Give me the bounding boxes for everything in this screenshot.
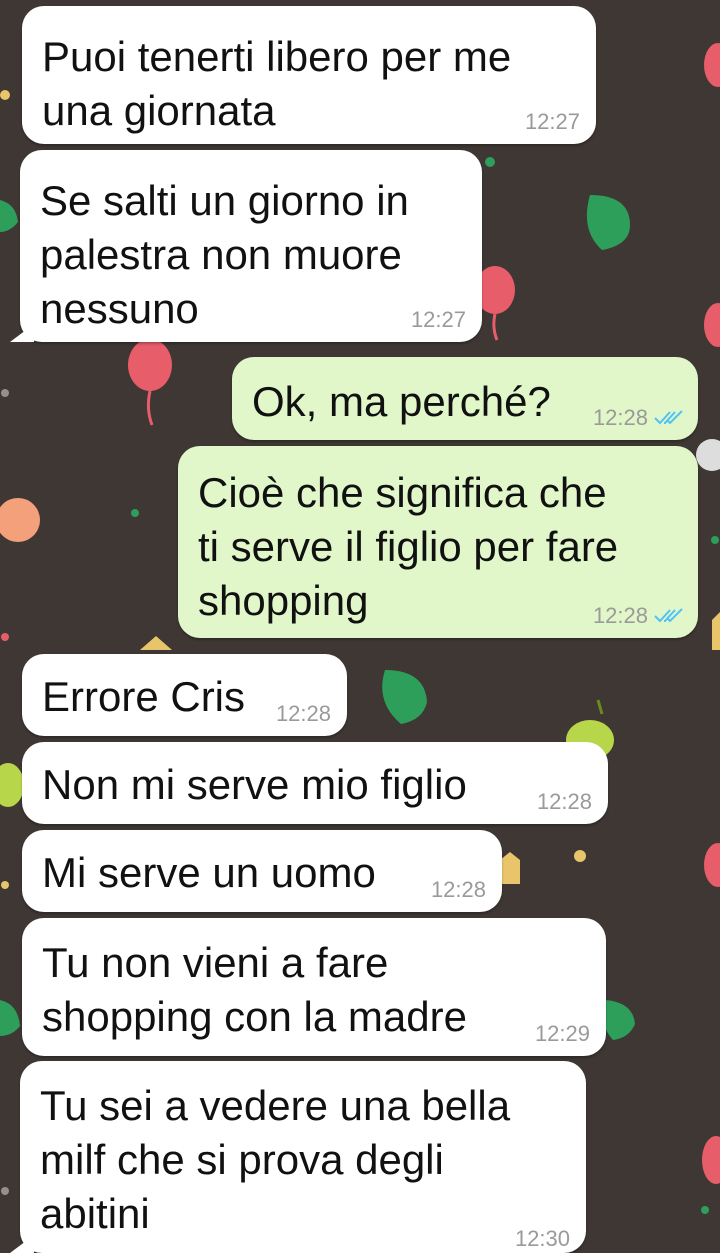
message-text: Tu non vieni a fare shopping con la madr…: [42, 939, 467, 1040]
message-time: 12:28: [592, 405, 648, 430]
incoming-message-bubble[interactable]: Mi serve un uomo 12:28: [22, 830, 502, 912]
message-text: Tu sei a vedere una bella milf che si pr…: [40, 1082, 511, 1237]
incoming-message-bubble[interactable]: Se salti un giorno in palestra non muore…: [20, 150, 482, 342]
message-meta: 12:28: [593, 406, 684, 430]
message-text: Mi serve un uomo: [42, 849, 376, 896]
message-time: 12:27: [524, 109, 580, 134]
outgoing-message-bubble[interactable]: Ok, ma perché? 12:28: [232, 357, 698, 440]
message-time: 12:29: [534, 1021, 590, 1046]
message-list[interactable]: Puoi tenerti libero per me una giornata …: [0, 0, 720, 1253]
message-text: Non mi serve mio figlio: [42, 761, 467, 808]
incoming-message-bubble[interactable]: Errore Cris 12:28: [22, 654, 347, 736]
double-check-icon: [654, 410, 683, 425]
incoming-message-bubble[interactable]: Tu non vieni a fare shopping con la madr…: [22, 918, 606, 1056]
message-text: Se salti un giorno in palestra non muore…: [40, 177, 409, 332]
message-time: 12:30: [514, 1226, 570, 1251]
incoming-message-bubble[interactable]: Non mi serve mio figlio 12:28: [22, 742, 608, 824]
message-meta: 12:28: [593, 604, 684, 628]
outgoing-message-bubble[interactable]: Cioè che significa che ti serve il figli…: [178, 446, 698, 638]
incoming-message-bubble[interactable]: Tu sei a vedere una bella milf che si pr…: [20, 1061, 586, 1253]
message-time: 12:28: [275, 701, 331, 726]
message-time: 12:28: [536, 789, 592, 814]
double-check-icon: [654, 608, 683, 623]
message-text: Puoi tenerti libero per me una giornata: [42, 33, 512, 134]
incoming-message-bubble[interactable]: Puoi tenerti libero per me una giornata …: [22, 6, 596, 144]
message-time: 12:28: [430, 877, 486, 902]
message-time: 12:28: [592, 603, 648, 628]
message-time: 12:27: [410, 307, 466, 332]
